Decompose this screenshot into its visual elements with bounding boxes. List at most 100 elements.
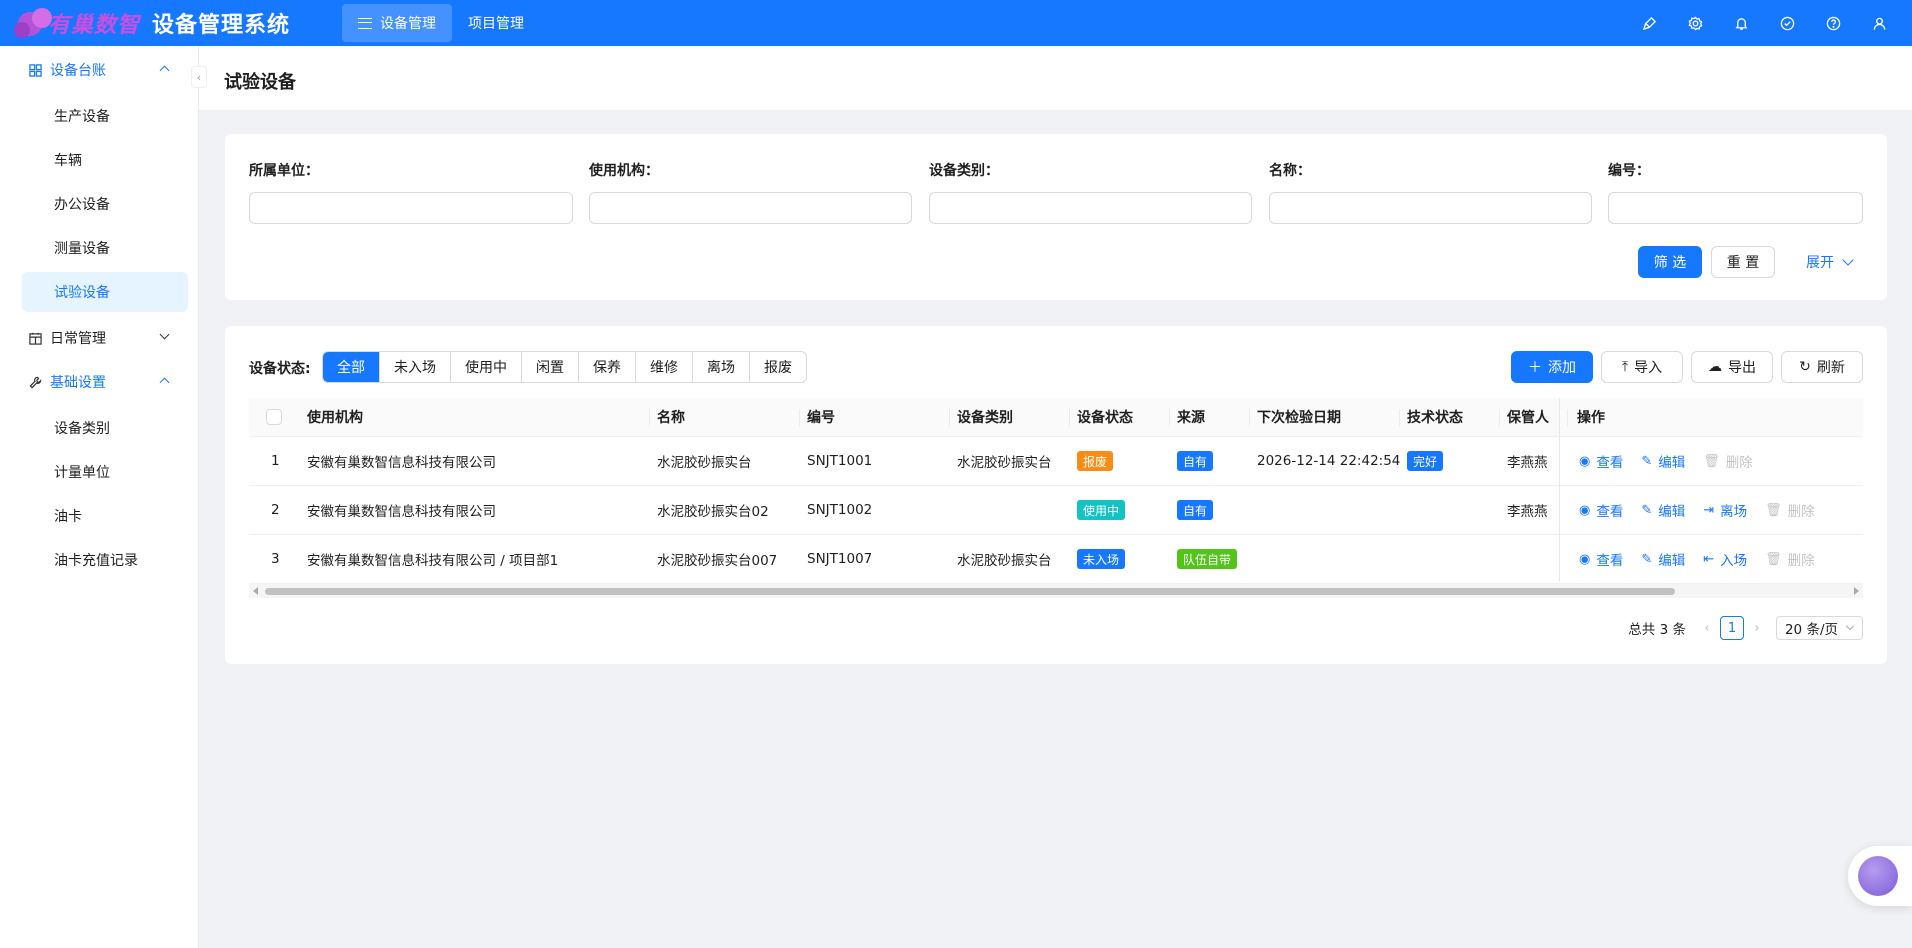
settings-icon[interactable] bbox=[1672, 0, 1718, 46]
column-header: 操作 bbox=[1577, 410, 1605, 426]
status-tab-0[interactable]: 全部 bbox=[323, 352, 379, 382]
assistant-float-button[interactable] bbox=[1848, 846, 1912, 906]
nav-item-0[interactable]: 设备管理 bbox=[342, 4, 452, 42]
action-exit-button[interactable]: ⇥ 离场 bbox=[1703, 500, 1747, 521]
reset-button[interactable]: 重 置 bbox=[1711, 246, 1775, 278]
sidebar-item-2-1[interactable]: 计量单位 bbox=[22, 452, 188, 492]
next-page-icon[interactable]: › bbox=[1746, 616, 1768, 640]
status-tab-3[interactable]: 闲置 bbox=[521, 352, 578, 382]
action-edit-button[interactable]: ✎ 编辑 bbox=[1641, 500, 1685, 521]
status-filter-label: 设备状态: bbox=[249, 361, 311, 377]
filter-label: 编号： bbox=[1608, 163, 1650, 179]
sidebar-collapse-button[interactable]: ‹ bbox=[191, 66, 207, 88]
help-icon[interactable] bbox=[1810, 0, 1856, 46]
sidebar-item-2-0[interactable]: 设备类别 bbox=[22, 408, 188, 448]
action-eye-button[interactable]: ◉ 查看 bbox=[1579, 549, 1624, 570]
user-icon[interactable] bbox=[1856, 0, 1902, 46]
filter-field-3: 名称： bbox=[1269, 160, 1592, 224]
refresh-button[interactable]: ↻ 刷新 bbox=[1781, 351, 1863, 383]
sidebar-group-label: 日常管理 bbox=[50, 331, 106, 347]
cell-status: 未入场 bbox=[1077, 535, 1126, 583]
column-header[interactable]: 编号 bbox=[807, 398, 835, 436]
add-button[interactable]: ＋ 添加 bbox=[1511, 351, 1593, 383]
action-label: 编辑 bbox=[1658, 553, 1686, 569]
sidebar-item-0-3[interactable]: 测量设备 bbox=[22, 228, 188, 268]
column-header[interactable]: 设备状态 bbox=[1077, 398, 1133, 436]
filter-select[interactable] bbox=[249, 192, 573, 224]
export-button[interactable]: ☁ 导出 bbox=[1691, 351, 1773, 383]
page-size-select[interactable]: 20 条/页 bbox=[1775, 616, 1863, 640]
search-button[interactable]: 筛 选 bbox=[1638, 246, 1702, 278]
action-eye-button[interactable]: ◉ 查看 bbox=[1579, 500, 1623, 521]
column-divider bbox=[949, 409, 950, 427]
import-button[interactable]: ⤒ 导入 bbox=[1601, 351, 1683, 383]
sidebar-group-0[interactable]: 设备台账 bbox=[0, 48, 198, 92]
status-tab-1[interactable]: 未入场 bbox=[379, 352, 450, 382]
grid-icon bbox=[28, 63, 42, 77]
sidebar-group-1[interactable]: 日常管理 bbox=[0, 316, 198, 360]
column-divider bbox=[1399, 409, 1400, 427]
status-badge: 未入场 bbox=[1077, 549, 1126, 569]
top-header: 有巢数智 设备管理系统 设备管理 项目管理 bbox=[0, 0, 1912, 46]
brush-icon[interactable] bbox=[1626, 0, 1672, 46]
scrollbar-thumb[interactable] bbox=[265, 588, 1675, 595]
sidebar-item-0-0[interactable]: 生产设备 bbox=[22, 96, 188, 136]
app-logo[interactable]: 有巢数智 设备管理系统 bbox=[14, 6, 326, 40]
edit-icon: ✎ bbox=[1641, 502, 1653, 518]
page-number[interactable]: 1 bbox=[1719, 616, 1744, 640]
sidebar-item-0-2[interactable]: 办公设备 bbox=[22, 184, 188, 224]
filter-select[interactable] bbox=[929, 192, 1252, 224]
scroll-left-icon[interactable] bbox=[253, 587, 258, 595]
status-tab-4[interactable]: 保养 bbox=[578, 352, 635, 382]
bell-icon[interactable] bbox=[1718, 0, 1764, 46]
action-trash-button[interactable]: 🗑 删除 bbox=[1765, 549, 1815, 570]
action-enter-button[interactable]: ⇤ 入场 bbox=[1703, 549, 1747, 570]
sidebar-group-2[interactable]: 基础设置 bbox=[0, 360, 198, 404]
cell-actions: ◉ 查看 ✎ 编辑 🗑 删除 bbox=[1579, 437, 1771, 485]
column-header[interactable]: 来源 bbox=[1177, 398, 1205, 436]
status-tab-7[interactable]: 报废 bbox=[749, 352, 806, 382]
column-header[interactable]: 技术状态 bbox=[1407, 398, 1463, 436]
expand-button[interactable]: 展开 bbox=[1797, 246, 1861, 278]
tech-status-badge: 完好 bbox=[1407, 451, 1444, 471]
column-header[interactable]: 保管人 bbox=[1507, 398, 1549, 436]
action-trash-button[interactable]: 🗑 删除 bbox=[1765, 500, 1815, 521]
cell-org: 安徽有巢数智信息科技有限公司 / 项目部1 bbox=[307, 553, 559, 569]
column-header[interactable]: 下次检验日期 bbox=[1257, 398, 1341, 436]
status-tab-2[interactable]: 使用中 bbox=[450, 352, 521, 382]
scroll-right-icon[interactable] bbox=[1854, 587, 1859, 595]
check-circle-icon[interactable] bbox=[1764, 0, 1810, 46]
filter-select[interactable] bbox=[589, 192, 912, 224]
column-divider bbox=[799, 409, 800, 427]
action-edit-button[interactable]: ✎ 编辑 bbox=[1641, 549, 1686, 570]
select-all-checkbox[interactable] bbox=[266, 409, 282, 425]
column-header[interactable]: 名称 bbox=[657, 398, 685, 436]
action-label: 删除 bbox=[1725, 455, 1753, 471]
nav-item-1[interactable]: 项目管理 bbox=[452, 4, 540, 42]
sidebar-item-0-1[interactable]: 车辆 bbox=[22, 140, 188, 180]
expand-label: 展开 bbox=[1806, 255, 1834, 271]
sidebar-item-2-3[interactable]: 油卡充值记录 bbox=[22, 540, 188, 580]
column-header[interactable]: 使用机构 bbox=[307, 398, 363, 436]
nav-item-label: 项目管理 bbox=[468, 16, 524, 32]
logo-mark-icon bbox=[14, 6, 64, 40]
filter-input[interactable] bbox=[1608, 192, 1863, 224]
cell-org: 安徽有巢数智信息科技有限公司 bbox=[307, 504, 496, 520]
action-edit-button[interactable]: ✎ 编辑 bbox=[1641, 451, 1685, 472]
table-row[interactable]: 1 安徽有巢数智信息科技有限公司 水泥胶砂振实台 SNJT1001 水泥胶砂振实台 报废 自… bbox=[249, 437, 1863, 486]
filter-field-0: 所属单位： bbox=[249, 160, 573, 224]
column-header[interactable]: 设备类别 bbox=[957, 398, 1013, 436]
action-label: 查看 bbox=[1596, 553, 1624, 569]
horizontal-scrollbar[interactable] bbox=[249, 584, 1863, 598]
sidebar-item-2-2[interactable]: 油卡 bbox=[22, 496, 188, 536]
status-tab-6[interactable]: 离场 bbox=[692, 352, 749, 382]
prev-page-icon[interactable]: ‹ bbox=[1696, 616, 1718, 640]
status-tab-5[interactable]: 维修 bbox=[635, 352, 692, 382]
source-badge: 自有 bbox=[1177, 451, 1214, 471]
filter-input[interactable] bbox=[1269, 192, 1592, 224]
action-trash-button[interactable]: 🗑 删除 bbox=[1703, 451, 1753, 472]
table-row[interactable]: 2 安徽有巢数智信息科技有限公司 水泥胶砂振实台02 SNJT1002 使用中 自有 李燕燕… bbox=[249, 486, 1863, 535]
action-eye-button[interactable]: ◉ 查看 bbox=[1579, 451, 1623, 472]
sidebar-item-0-4[interactable]: 试验设备 bbox=[22, 272, 188, 312]
table-row[interactable]: 3 安徽有巢数智信息科技有限公司 / 项目部1 水泥胶砂振实台007 SNJT1007… bbox=[249, 535, 1863, 584]
